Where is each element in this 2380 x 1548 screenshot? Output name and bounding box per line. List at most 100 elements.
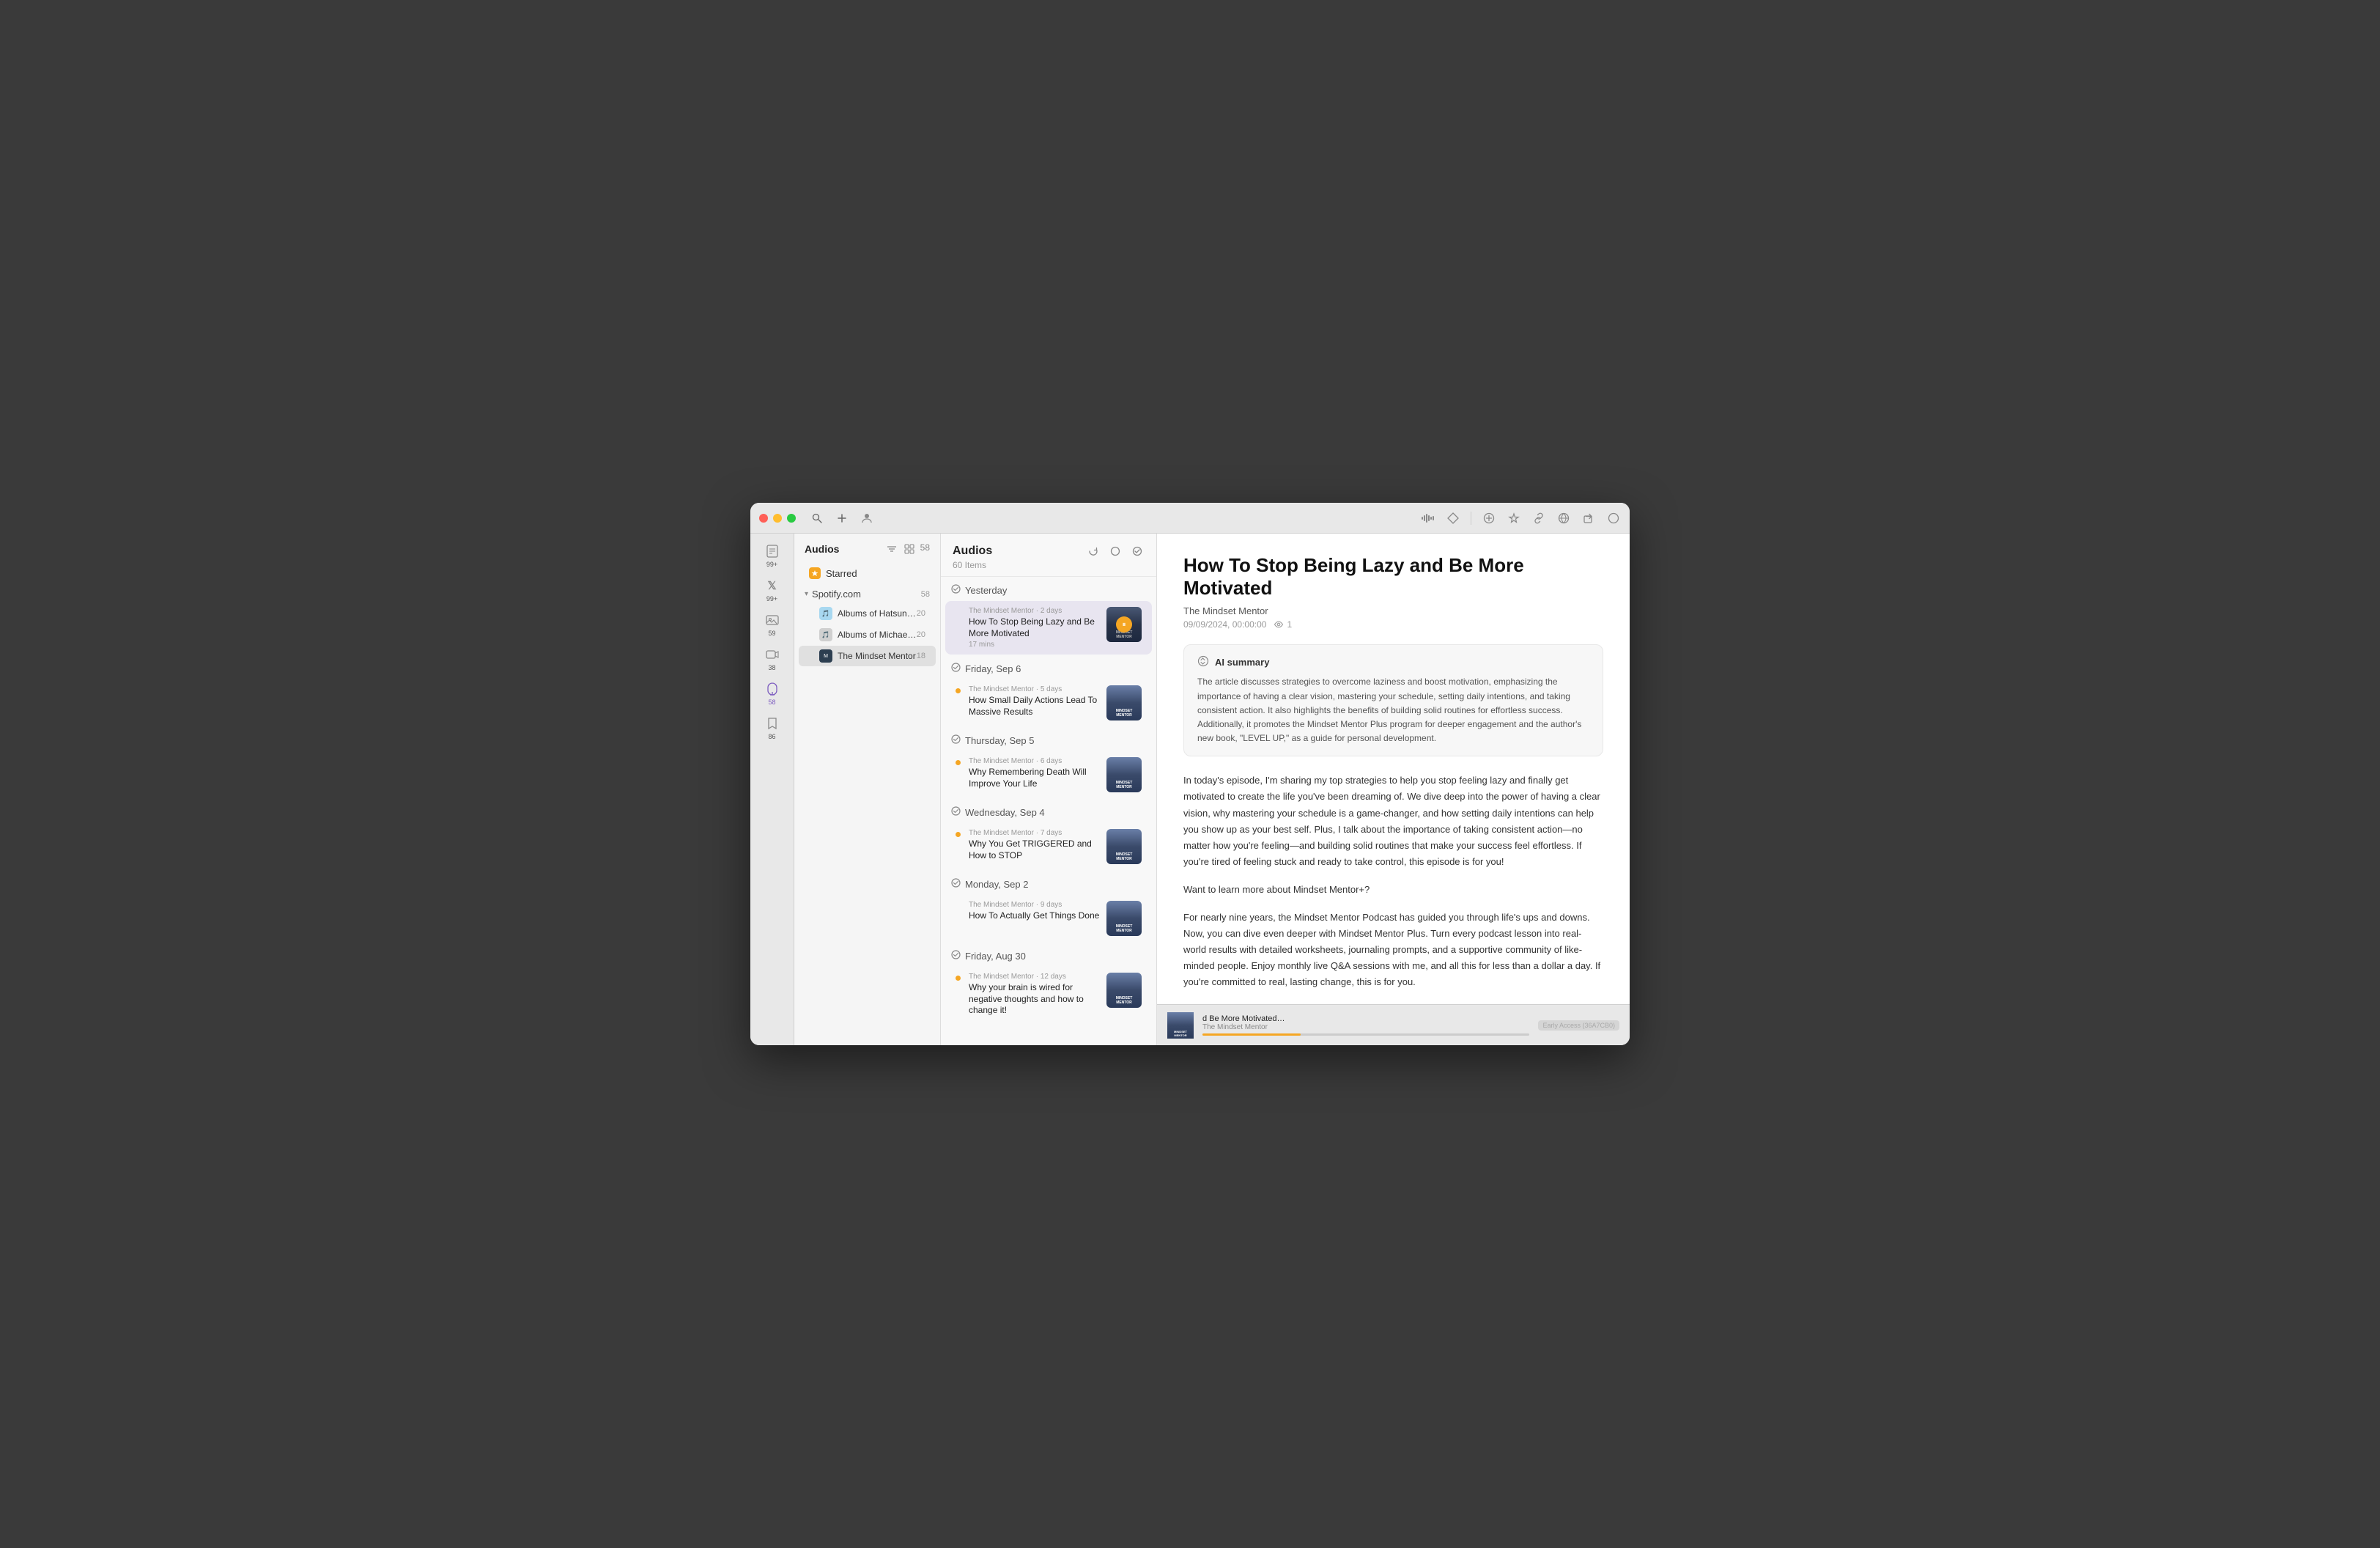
diamond-icon[interactable] bbox=[1446, 511, 1460, 526]
ai-summary-title: AI summary bbox=[1215, 657, 1269, 668]
star-nav-icon[interactable] bbox=[1507, 511, 1521, 526]
search-icon[interactable] bbox=[810, 512, 824, 525]
circle-icon[interactable] bbox=[1108, 544, 1123, 559]
episode-meta-3: The Mindset Mentor · 6 days bbox=[969, 757, 1101, 765]
player-progress-fill bbox=[1202, 1033, 1301, 1036]
player-progress[interactable] bbox=[1202, 1033, 1529, 1036]
episodes-panel: Audios bbox=[941, 534, 1157, 1045]
video-badge: 38 bbox=[768, 664, 775, 671]
mindset-count: 18 bbox=[917, 652, 925, 660]
date-group-sep2: Monday, Sep 2 bbox=[941, 871, 1156, 894]
episode-thumb-4: MINDSETMENTOR bbox=[1106, 829, 1142, 864]
maximize-button[interactable] bbox=[787, 514, 796, 523]
date-group-sep5: Thursday, Sep 5 bbox=[941, 727, 1156, 751]
starred-icon bbox=[809, 567, 821, 579]
share-icon[interactable] bbox=[1581, 511, 1596, 526]
add-circle-icon[interactable] bbox=[1482, 511, 1496, 526]
more-icon[interactable] bbox=[1606, 511, 1621, 526]
sidebar-sub-item-mindset[interactable]: M The Mindset Mentor 18 bbox=[799, 646, 936, 666]
episode-item-6[interactable]: The Mindset Mentor · 12 days Why your br… bbox=[945, 967, 1152, 1024]
sidebar-sub-item-hatsune[interactable]: 🎵 Albums of Hatsune Miku 20 bbox=[799, 603, 936, 624]
sidebar-header: Audios bbox=[794, 534, 940, 560]
episode-date: 09/09/2024, 00:00:00 bbox=[1183, 619, 1266, 630]
play-overlay-1: ⏸ bbox=[1106, 607, 1142, 642]
episode-body-para-1: In today's episode, I'm sharing my top s… bbox=[1183, 773, 1603, 870]
episode-item-4[interactable]: The Mindset Mentor · 7 days Why You Get … bbox=[945, 823, 1152, 870]
episode-title-1: How To Stop Being Lazy and Be More Motiv… bbox=[969, 616, 1101, 639]
link-icon[interactable] bbox=[1531, 511, 1546, 526]
date-check-icon-4 bbox=[951, 806, 961, 818]
episode-content-2: The Mindset Mentor · 5 days How Small Da… bbox=[969, 685, 1101, 719]
ai-summary-header: AI summary bbox=[1197, 655, 1589, 669]
starred-label: Starred bbox=[826, 568, 925, 579]
sidebar-total-count: 58 bbox=[920, 542, 930, 556]
episode-dot-col-5 bbox=[956, 901, 963, 904]
content-area: How To Stop Being Lazy and Be More Motiv… bbox=[1157, 534, 1630, 1004]
episode-dot-col-2 bbox=[956, 685, 963, 693]
check-circle-icon[interactable] bbox=[1130, 544, 1145, 559]
episode-duration-1: 17 mins bbox=[969, 641, 1101, 649]
unplayed-dot-4 bbox=[956, 832, 961, 837]
episode-thumb-1: MINDSETMENTOR ⏸ bbox=[1106, 607, 1142, 642]
sidebar-title: Audios bbox=[805, 543, 839, 555]
images-bar-item[interactable]: 59 bbox=[756, 608, 788, 640]
bottom-player: MINDSETMENTOR d Be More MotivatedHow T T… bbox=[1157, 1004, 1630, 1045]
content-panel: How To Stop Being Lazy and Be More Motiv… bbox=[1157, 534, 1630, 1045]
spotify-section-header[interactable]: ▾ Spotify.com 58 bbox=[794, 586, 940, 602]
episode-item-1[interactable]: The Mindset Mentor · 2 days How To Stop … bbox=[945, 601, 1152, 655]
spotify-label: Spotify.com bbox=[812, 589, 921, 600]
video-icon bbox=[764, 646, 781, 663]
traffic-lights bbox=[759, 514, 796, 523]
episode-item-5[interactable]: The Mindset Mentor · 9 days How To Actua… bbox=[945, 895, 1152, 942]
episodes-title: Audios bbox=[953, 545, 992, 558]
twitter-bar-item[interactable]: 𝕏 99+ bbox=[756, 574, 788, 605]
close-button[interactable] bbox=[759, 514, 768, 523]
play-button-1[interactable]: ⏸ bbox=[1116, 616, 1132, 633]
ai-icon bbox=[1197, 655, 1209, 669]
episode-item-2[interactable]: The Mindset Mentor · 5 days How Small Da… bbox=[945, 679, 1152, 726]
docs-badge: 99+ bbox=[766, 561, 777, 568]
episode-item-3[interactable]: The Mindset Mentor · 6 days Why Remember… bbox=[945, 751, 1152, 798]
titlebar bbox=[750, 503, 1630, 534]
player-podcast: The Mindset Mentor bbox=[1202, 1023, 1529, 1031]
profile-icon[interactable] bbox=[860, 512, 873, 525]
episode-meta-4: The Mindset Mentor · 7 days bbox=[969, 829, 1101, 837]
episode-meta-2: The Mindset Mentor · 5 days bbox=[969, 685, 1101, 693]
waveform-icon[interactable] bbox=[1421, 511, 1435, 526]
spotify-count: 58 bbox=[921, 590, 930, 599]
titlebar-right-icons bbox=[1421, 511, 1621, 526]
episode-main-meta: 09/09/2024, 00:00:00 1 bbox=[1183, 619, 1603, 630]
minimize-button[interactable] bbox=[773, 514, 782, 523]
sidebar-sub-item-michael[interactable]: 🎵 Albums of Michael Jac... 20 bbox=[799, 624, 936, 645]
titlebar-left-icons bbox=[810, 512, 873, 525]
version-badge: Early Access (36A7CB0) bbox=[1538, 1020, 1619, 1031]
refresh-icon[interactable] bbox=[1086, 544, 1101, 559]
episodes-header-icons bbox=[1086, 544, 1145, 559]
episode-meta-6: The Mindset Mentor · 12 days bbox=[969, 973, 1101, 981]
episode-dot-col-3 bbox=[956, 757, 963, 765]
audio-bar-item[interactable]: 58 bbox=[756, 677, 788, 709]
star-bar-item[interactable]: 86 bbox=[756, 712, 788, 743]
date-group-yesterday: Yesterday bbox=[941, 577, 1156, 600]
episode-content-3: The Mindset Mentor · 6 days Why Remember… bbox=[969, 757, 1101, 791]
add-icon[interactable] bbox=[835, 512, 849, 525]
grid-icon[interactable] bbox=[903, 542, 916, 556]
video-bar-item[interactable]: 38 bbox=[756, 643, 788, 674]
episode-thumb-5: MINDSETMENTOR bbox=[1106, 901, 1142, 936]
docs-bar-item[interactable]: 99+ bbox=[756, 539, 788, 571]
date-check-icon-3 bbox=[951, 734, 961, 746]
bookmark-icon bbox=[764, 715, 781, 732]
episode-thumb-3: MINDSETMENTOR bbox=[1106, 757, 1142, 792]
app-window: 99+ 𝕏 99+ 59 bbox=[750, 503, 1630, 1045]
twitter-icon: 𝕏 bbox=[764, 577, 781, 594]
images-icon bbox=[764, 611, 781, 629]
sidebar-item-starred[interactable]: Starred bbox=[799, 564, 936, 583]
episodes-list: Yesterday The Mindset Mentor · 2 days Ho… bbox=[941, 577, 1156, 1045]
episode-main-title: How To Stop Being Lazy and Be More Motiv… bbox=[1183, 554, 1603, 600]
date-label-sep2: Monday, Sep 2 bbox=[965, 879, 1028, 890]
chevron-down-icon: ▾ bbox=[805, 590, 808, 598]
hatsune-avatar: 🎵 bbox=[819, 607, 832, 620]
sort-icon[interactable] bbox=[885, 542, 898, 556]
globe-icon[interactable] bbox=[1556, 511, 1571, 526]
unplayed-dot-2 bbox=[956, 688, 961, 693]
